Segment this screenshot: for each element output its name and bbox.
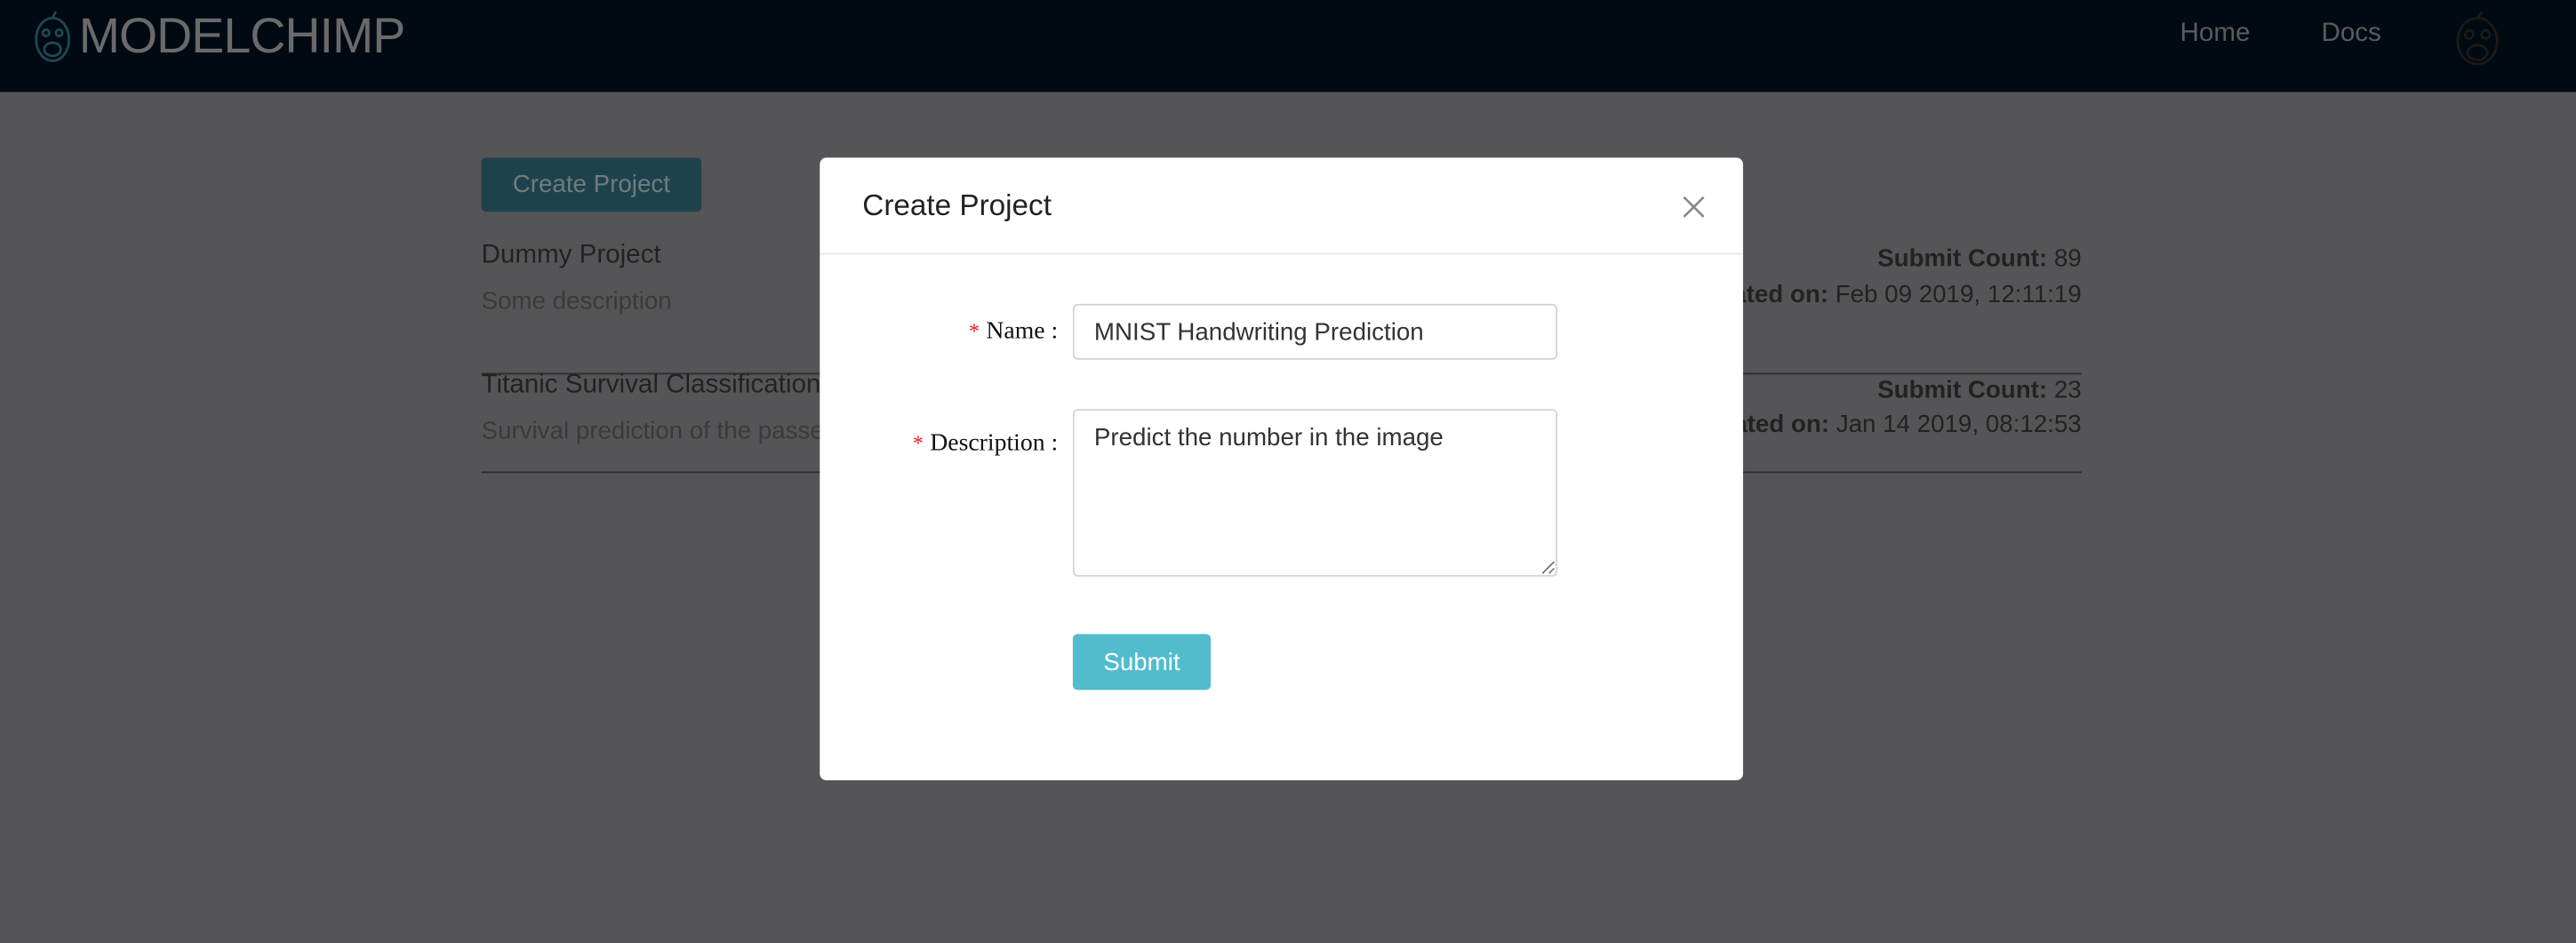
- created-on: Created on: Jan 14 2019, 08:12:53: [1692, 411, 2082, 438]
- name-input[interactable]: [1072, 303, 1558, 360]
- name-label: * Name :: [968, 318, 1059, 346]
- brand-name: MODELCHIMP: [78, 10, 406, 65]
- created-on-value: Feb 09 2019, 12:11:19: [1835, 281, 2082, 309]
- create-project-modal: Create Project *Name : *Description : Pr…: [820, 157, 1743, 780]
- description-label: * Description :: [912, 430, 1059, 457]
- project-name[interactable]: Titanic Survival Classification: [482, 372, 821, 401]
- chimp-avatar-icon: [2456, 11, 2499, 66]
- name-label-text: Name: [986, 318, 1045, 346]
- close-icon: [1683, 196, 1705, 218]
- required-mark: *: [968, 318, 980, 344]
- submit-count-value: 89: [2053, 244, 2082, 273]
- submit-button[interactable]: Submit: [1072, 634, 1212, 691]
- created-on: Created on: Feb 09 2019, 12:11:19: [1692, 281, 2082, 308]
- navbar: MODELCHIMP Home Docs: [0, 0, 2576, 92]
- create-project-button[interactable]: Create Project: [481, 157, 702, 212]
- submit-count-label: Submit Count:: [1877, 244, 2048, 273]
- submit-count: Submit Count: 23: [1877, 376, 2081, 404]
- submit-count-value: 23: [2053, 376, 2082, 404]
- submit-count: Submit Count: 89: [1877, 244, 2081, 272]
- nav-docs[interactable]: Docs: [2322, 20, 2381, 49]
- user-avatar[interactable]: [2452, 10, 2501, 77]
- app: MODELCHIMP Home Docs Create Project Dumm…: [0, 0, 2576, 943]
- brand-logo[interactable]: MODELCHIMP: [33, 10, 406, 66]
- close-button[interactable]: [1677, 190, 1710, 223]
- modal-divider: [820, 252, 1743, 255]
- created-on-value: Jan 14 2019, 08:12:53: [1836, 411, 2082, 439]
- submit-count-label: Submit Count:: [1877, 376, 2048, 404]
- description-label-text: Description: [930, 430, 1045, 457]
- nav-home[interactable]: Home: [2180, 20, 2251, 49]
- modal-title: Create Project: [862, 188, 1052, 222]
- description-textarea[interactable]: Predict the number in the image: [1072, 409, 1558, 577]
- project-description: Some description: [481, 287, 672, 316]
- required-mark: *: [912, 430, 924, 455]
- chimp-logo-icon: [35, 11, 71, 62]
- project-name[interactable]: Dummy Project: [482, 242, 661, 271]
